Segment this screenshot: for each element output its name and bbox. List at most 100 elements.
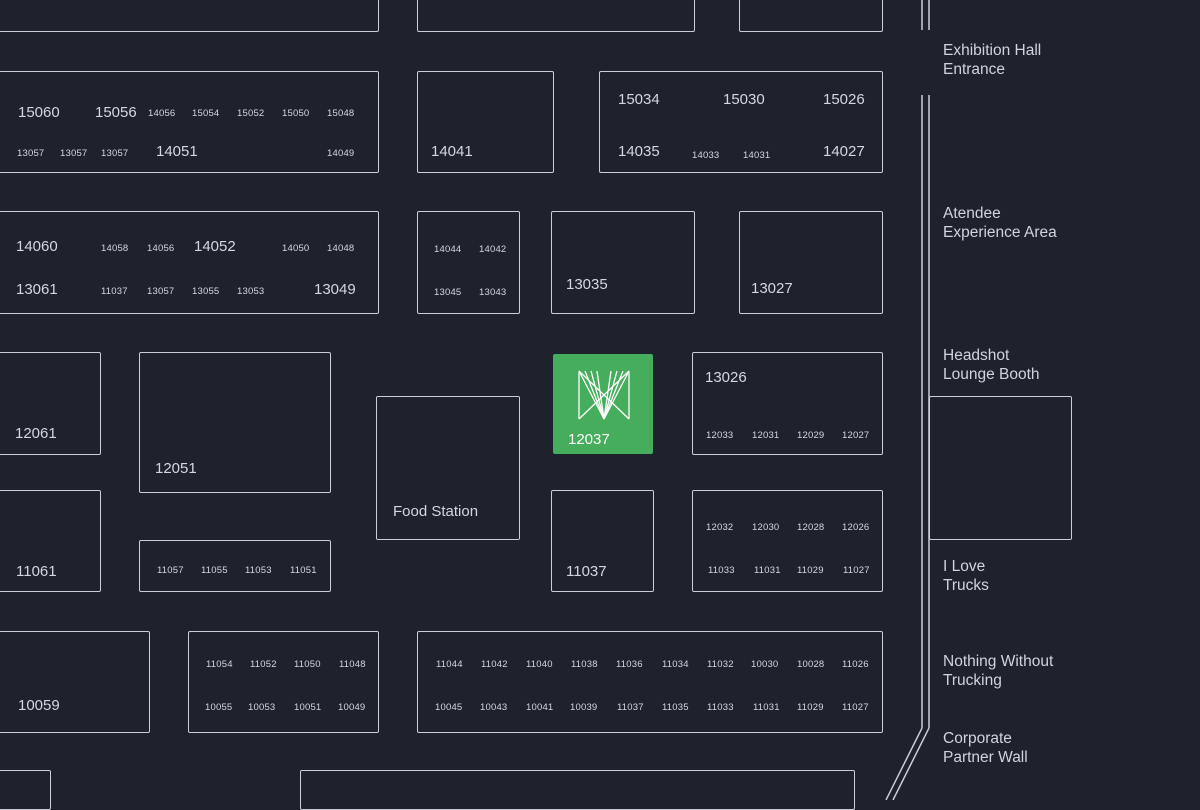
booth-block-13026[interactable]: 13026 12033 12031 12029 12027 <box>692 352 883 455</box>
booth-label: 12033 <box>706 430 734 441</box>
booth-label: 15050 <box>282 108 310 119</box>
booth-11037[interactable]: 11037 <box>551 490 654 592</box>
booth-label: 11054 <box>206 659 233 670</box>
booth-label: 11037 <box>617 702 644 713</box>
booth-label: 13053 <box>237 286 265 297</box>
booth-label: 11027 <box>843 565 870 576</box>
booth-label: 15054 <box>192 108 220 119</box>
sponsor-logo-icon <box>578 370 630 420</box>
booth-label: 11031 <box>753 702 780 713</box>
booth-12051[interactable]: 12051 <box>139 352 331 493</box>
booth-label: 11061 <box>16 563 57 580</box>
booth-label: 15048 <box>327 108 355 119</box>
booth-label: 14050 <box>282 243 310 254</box>
booth-label: 11057 <box>157 565 184 576</box>
booth-block-14060[interactable]: 14060 14058 14056 14052 14050 14048 1306… <box>0 211 379 314</box>
booth-headshot-lounge[interactable] <box>929 396 1072 540</box>
booth-10059[interactable]: 10059 <box>0 631 150 733</box>
booth-label: 11038 <box>571 659 598 670</box>
label-headshot-lounge-booth: Headshot Lounge Booth <box>943 347 1040 383</box>
booth-label: 11052 <box>250 659 277 670</box>
booth-label: 15034 <box>618 91 660 108</box>
booth-label: 13049 <box>314 281 356 298</box>
booth-label: 13057 <box>17 148 45 159</box>
booth-block-11057[interactable]: 11057 11055 11053 11051 <box>139 540 331 592</box>
booth-label: 15026 <box>823 91 865 108</box>
booth-label: 12028 <box>797 522 825 533</box>
booth-14041[interactable]: 14041 <box>417 71 554 173</box>
booth-label: 12061 <box>15 425 57 442</box>
booth-label: 11032 <box>707 659 734 670</box>
booth-label: 13055 <box>192 286 220 297</box>
label-attendee-experience-area: Atendee Experience Area <box>943 205 1057 241</box>
booth-label: 11035 <box>662 702 689 713</box>
booth-11061[interactable]: 11061 <box>0 490 101 592</box>
booth-label: 14048 <box>327 243 355 254</box>
booth-label: 12026 <box>842 522 870 533</box>
booth-label: 12027 <box>842 430 870 441</box>
booth-label: 11053 <box>245 565 272 576</box>
booth-label: 11033 <box>707 702 734 713</box>
booth-label: 12031 <box>752 430 780 441</box>
booth-label: 12029 <box>797 430 825 441</box>
booth-label: 14042 <box>479 244 507 255</box>
booth-label: 11042 <box>481 659 508 670</box>
booth-label: 10053 <box>248 702 276 713</box>
booth-12061[interactable]: 12061 <box>0 352 101 455</box>
booth-top-left[interactable] <box>0 0 379 32</box>
booth-label: 10051 <box>294 702 322 713</box>
booth-label: 11037 <box>101 286 128 297</box>
booth-label: 13027 <box>751 280 793 297</box>
booth-label: 11040 <box>526 659 553 670</box>
booth-label: 11027 <box>842 702 869 713</box>
booth-label: 15052 <box>237 108 265 119</box>
booth-label: 14033 <box>692 150 720 161</box>
booth-label: 14049 <box>327 148 355 159</box>
booth-label: 14041 <box>431 143 473 160</box>
booth-food-station[interactable]: Food Station <box>376 396 520 540</box>
booth-label: 12032 <box>706 522 734 533</box>
booth-label: 14035 <box>618 143 660 160</box>
booth-label: 11037 <box>566 563 607 580</box>
booth-13027[interactable]: 13027 <box>739 211 883 314</box>
booth-label: 11048 <box>339 659 366 670</box>
booth-label: 14056 <box>147 243 175 254</box>
booth-label: 15056 <box>95 104 137 121</box>
booth-block-11044[interactable]: 11044 11042 11040 11038 11036 11034 1103… <box>417 631 883 733</box>
booth-bottom-left[interactable] <box>0 770 51 810</box>
booth-label: 14027 <box>823 143 865 160</box>
booth-top-right[interactable] <box>739 0 883 32</box>
booth-label: 11050 <box>294 659 321 670</box>
booth-label: 11031 <box>754 565 781 576</box>
booth-label: 14058 <box>101 243 129 254</box>
label-exhibition-hall-entrance: Exhibition Hall Entrance <box>943 42 1042 78</box>
booth-block-12032[interactable]: 12032 12030 12028 12026 11033 11031 1102… <box>692 490 883 592</box>
booth-12037-highlighted[interactable]: 12037 <box>553 354 653 454</box>
booth-label: 13035 <box>566 276 608 293</box>
booth-label: 10055 <box>205 702 233 713</box>
booth-label: 11029 <box>797 565 824 576</box>
booth-bottom-middle[interactable] <box>300 770 855 810</box>
booth-label: 11051 <box>290 565 317 576</box>
booth-label: 10030 <box>751 659 779 670</box>
booth-label: 14060 <box>16 238 58 255</box>
booth-block-15060[interactable]: 15060 15056 14056 15054 15052 15050 1504… <box>0 71 379 173</box>
booth-13035[interactable]: 13035 <box>551 211 695 314</box>
booth-label: 10041 <box>526 702 554 713</box>
label-nothing-without-trucking: Nothing Without Trucking <box>943 653 1054 689</box>
booth-block-11054[interactable]: 11054 11052 11050 11048 10055 10053 1005… <box>188 631 379 733</box>
booth-label: 11029 <box>797 702 824 713</box>
booth-label: 12030 <box>752 522 780 533</box>
booth-label: 13057 <box>60 148 88 159</box>
booth-label: 11044 <box>436 659 463 670</box>
booth-label: 10059 <box>18 697 60 714</box>
booth-block-15034[interactable]: 15034 15030 15026 14035 14033 14031 1402… <box>599 71 883 173</box>
booth-top-middle[interactable] <box>417 0 695 32</box>
booth-label: 11034 <box>662 659 689 670</box>
label-corporate-partner-wall: Corporate Partner Wall <box>943 730 1028 766</box>
booth-label: 14052 <box>194 238 236 255</box>
booth-label: 12051 <box>155 460 197 477</box>
booth-label: 13057 <box>101 148 129 159</box>
booth-label: 15060 <box>18 104 60 121</box>
booth-block-14044[interactable]: 14044 14042 13045 13043 <box>417 211 520 314</box>
